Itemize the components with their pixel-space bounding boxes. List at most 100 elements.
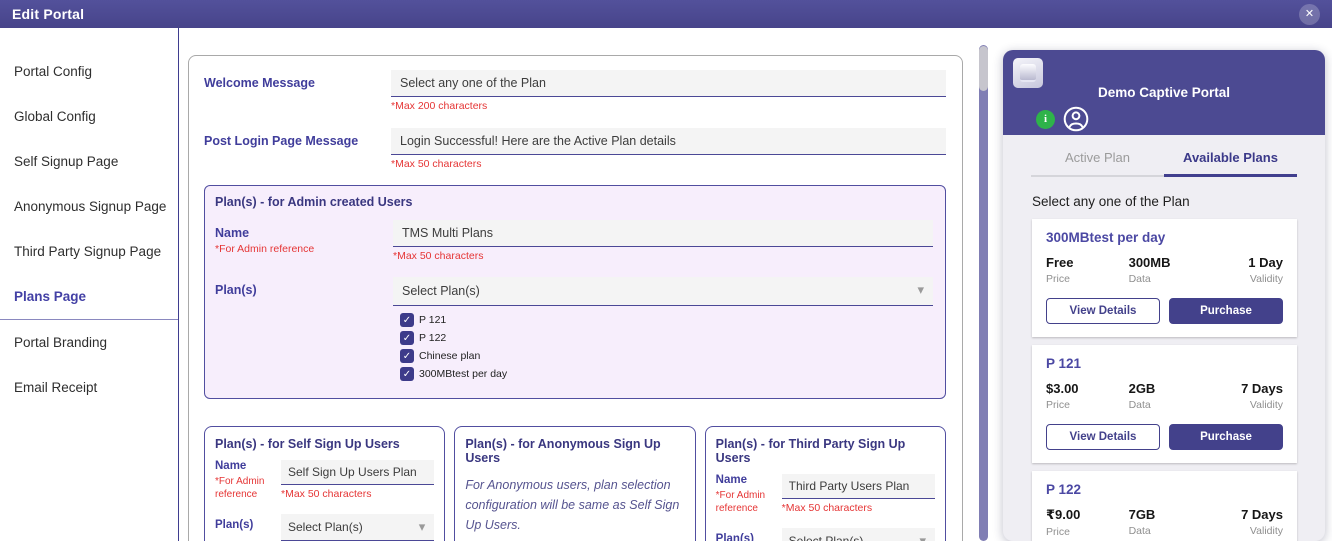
sidebar-nav: Portal Config Global Config Self Signup … [0, 28, 179, 541]
data-label: Data [1129, 273, 1212, 285]
self-name-hint: *Max 50 characters [281, 488, 434, 500]
admin-plans-section: Plan(s) - for Admin created Users Name *… [204, 185, 946, 399]
chevron-down-icon: ▾ [419, 519, 426, 535]
account-icon[interactable] [1063, 106, 1089, 132]
plan-validity: 7 Days [1211, 507, 1283, 522]
self-name-input[interactable] [281, 460, 434, 485]
post-login-message-hint: *Max 50 characters [391, 158, 946, 170]
close-icon: ✕ [1305, 4, 1314, 25]
checkbox-checked-icon: ✓ [400, 367, 414, 381]
purchase-button[interactable]: Purchase [1169, 424, 1283, 450]
close-button[interactable]: ✕ [1299, 4, 1320, 25]
third-plans-select[interactable]: Select Plan(s) ▾ [782, 528, 935, 541]
purchase-button[interactable]: Purchase [1169, 298, 1283, 324]
tab-available-plans[interactable]: Available Plans [1164, 135, 1297, 177]
self-plans-select[interactable]: Select Plan(s) ▾ [281, 514, 434, 541]
post-login-message-input[interactable] [391, 128, 946, 155]
plan-name: P 122 [1046, 482, 1283, 497]
validity-label: Validity [1211, 525, 1283, 537]
sidebar-item-third-party-signup-page[interactable]: Third Party Signup Page [0, 229, 178, 274]
chevron-down-icon: ▾ [917, 282, 924, 298]
device-image [1020, 64, 1036, 82]
checkbox-checked-icon: ✓ [400, 349, 414, 363]
plan-name: 300MBtest per day [1046, 230, 1283, 245]
sidebar-item-portal-config[interactable]: Portal Config [0, 49, 178, 94]
third-party-plans-card: Plan(s) - for Third Party Sign Up Users … [705, 426, 946, 541]
plan-data: 7GB [1129, 507, 1212, 522]
edit-portal-modal: Edit Portal ✕ Portal Config Global Confi… [0, 0, 1332, 541]
view-details-button[interactable]: View Details [1046, 298, 1160, 324]
portal-logo [1013, 58, 1043, 88]
sidebar-item-portal-branding[interactable]: Portal Branding [0, 320, 178, 365]
modal-header: Edit Portal ✕ [0, 0, 1332, 28]
plan-price: Free [1046, 255, 1129, 270]
admin-name-label: Name *For Admin reference [215, 220, 393, 262]
validity-label: Validity [1211, 273, 1283, 285]
third-name-label: Name *For Admin reference [716, 474, 782, 515]
third-name-hint: *Max 50 characters [782, 502, 935, 514]
anonymous-signup-note: For Anonymous users, plan selection conf… [465, 475, 684, 535]
self-signup-plans-card: Plan(s) - for Self Sign Up Users Name *F… [204, 426, 445, 541]
admin-plans-select[interactable]: Select Plan(s) ▾ [393, 277, 933, 306]
checkbox-option[interactable]: ✓ P 122 [400, 331, 933, 345]
plan-data: 300MB [1129, 255, 1212, 270]
checkbox-option[interactable]: ✓ Chinese plan [400, 349, 933, 363]
preview-subtitle: Select any one of the Plan [1032, 194, 1325, 209]
plan-card: 300MBtest per day Free Price 300MB Data … [1032, 219, 1297, 337]
preview-header: Demo Captive Portal i [1003, 50, 1325, 135]
tab-active-plan[interactable]: Active Plan [1031, 135, 1164, 177]
third-name-input[interactable] [782, 474, 935, 499]
sidebar-item-anonymous-signup-page[interactable]: Anonymous Signup Page [0, 184, 178, 229]
third-party-title: Plan(s) - for Third Party Sign Up Users [716, 437, 935, 465]
checkbox-checked-icon: ✓ [400, 313, 414, 327]
checkbox-checked-icon: ✓ [400, 331, 414, 345]
sidebar-item-self-signup-page[interactable]: Self Signup Page [0, 139, 178, 184]
modal-title: Edit Portal [12, 6, 84, 22]
admin-plans-label: Plan(s) [215, 277, 393, 385]
vertical-scrollbar-thumb[interactable] [979, 46, 988, 91]
self-plans-label: Plan(s) [215, 514, 281, 541]
vertical-scrollbar-track[interactable] [979, 45, 988, 541]
admin-name-input[interactable] [393, 220, 933, 247]
sidebar-item-email-receipt[interactable]: Email Receipt [0, 365, 178, 410]
self-name-label: Name *For Admin reference [215, 460, 281, 501]
plan-data: 2GB [1129, 381, 1212, 396]
plans-page-form: Welcome Message *Max 200 characters Post… [188, 55, 963, 541]
signup-plan-cards: Plan(s) - for Self Sign Up Users Name *F… [204, 426, 946, 541]
price-label: Price [1046, 273, 1129, 285]
admin-plans-section-title: Plan(s) - for Admin created Users [215, 195, 933, 209]
checkbox-option[interactable]: ✓ 300MBtest per day [400, 367, 933, 381]
admin-plans-options: ✓ P 121 ✓ P 122 ✓ Chinese plan ✓ [393, 313, 933, 381]
admin-name-note: *For Admin reference [215, 243, 393, 257]
anonymous-signup-plans-card: Plan(s) - for Anonymous Sign Up Users Fo… [454, 426, 695, 541]
self-name-note: *For Admin reference [215, 475, 281, 501]
welcome-message-label: Welcome Message [204, 70, 391, 112]
welcome-message-hint: *Max 200 characters [391, 100, 946, 112]
plan-price: $3.00 [1046, 381, 1129, 396]
price-label: Price [1046, 526, 1129, 538]
portal-title: Demo Captive Portal [1003, 85, 1325, 100]
admin-name-hint: *Max 50 characters [393, 250, 933, 262]
preview-header-icons: i [1036, 106, 1089, 132]
data-label: Data [1129, 399, 1212, 411]
post-login-message-label: Post Login Page Message [204, 128, 391, 170]
sidebar-item-plans-page[interactable]: Plans Page [0, 274, 178, 319]
third-name-note: *For Admin reference [716, 489, 782, 515]
price-label: Price [1046, 399, 1129, 411]
sidebar-item-global-config[interactable]: Global Config [0, 94, 178, 139]
view-details-button[interactable]: View Details [1046, 424, 1160, 450]
portal-preview-panel: Demo Captive Portal i Active Plan Availa… [1003, 50, 1325, 541]
plan-validity: 1 Day [1211, 255, 1283, 270]
plan-name: P 121 [1046, 356, 1283, 371]
plan-validity: 7 Days [1211, 381, 1283, 396]
anonymous-signup-title: Plan(s) - for Anonymous Sign Up Users [465, 437, 684, 465]
checkbox-option[interactable]: ✓ P 121 [400, 313, 933, 327]
self-signup-title: Plan(s) - for Self Sign Up Users [215, 437, 434, 451]
info-icon[interactable]: i [1036, 110, 1055, 129]
chevron-down-icon: ▾ [919, 533, 926, 541]
preview-tabs: Active Plan Available Plans [1003, 135, 1325, 177]
validity-label: Validity [1211, 399, 1283, 411]
plan-card: P 122 ₹9.00 Price 7GB Data 7 Days Validi… [1032, 471, 1297, 541]
plan-price: ₹9.00 [1046, 507, 1129, 523]
welcome-message-input[interactable] [391, 70, 946, 97]
